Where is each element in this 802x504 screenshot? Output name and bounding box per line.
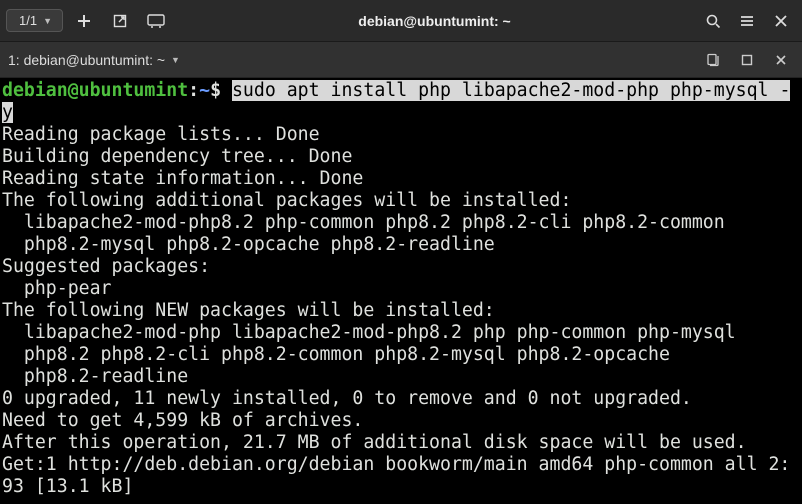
tab-bar: 1: debian@ubuntumint: ~ ▼ [0,42,802,78]
tab-active[interactable]: 1: debian@ubuntumint: ~ ▼ [8,52,180,68]
tab-readonly-button[interactable] [700,47,726,73]
tab-maximize-button[interactable] [734,47,760,73]
output-line: 93 [13.1 kB] [2,476,133,497]
output-line: php8.2 php8.2-cli php8.2-common php8.2-m… [2,344,670,365]
output-line: libapache2-mod-php8.2 php-common php8.2 … [2,212,725,233]
output-line: libapache2-mod-php libapache2-mod-php8.2… [2,322,736,343]
close-icon [775,54,787,66]
tab-label-text: 1: debian@ubuntumint: ~ [8,52,165,68]
terminal-output[interactable]: debian@ubuntumint:~$ sudo apt install ph… [0,78,802,504]
output-line: Get:1 http://deb.debian.org/debian bookw… [2,454,790,475]
maximize-icon [741,54,753,66]
new-window-icon [112,13,128,29]
search-icon [705,13,721,29]
close-icon [774,14,788,28]
readonly-icon [706,52,721,67]
window-titlebar: 1/1 ▼ debian@ubuntumint: ~ [0,0,802,42]
new-window-button[interactable] [105,6,135,36]
plus-icon [76,13,92,29]
output-line: Suggested packages: [2,256,210,277]
hamburger-icon [739,13,755,29]
prompt-path: ~ [199,80,210,101]
output-line: php8.2-mysql php8.2-opcache php8.2-readl… [2,234,495,255]
command-highlighted-cont: y [2,102,13,123]
output-line: After this operation, 21.7 MB of additio… [2,432,747,453]
broadcast-icon [147,14,165,28]
output-line: php8.2-readline [2,366,188,387]
tab-close-button[interactable] [768,47,794,73]
chevron-down-icon: ▼ [43,16,52,26]
output-line: Reading state information... Done [2,168,363,189]
output-line: Reading package lists... Done [2,124,320,145]
output-line: Building dependency tree... Done [2,146,352,167]
output-line: The following additional packages will b… [2,190,571,211]
search-button[interactable] [698,6,728,36]
prompt-dollar: $ [210,80,232,101]
window-close-button[interactable] [766,6,796,36]
output-line: Need to get 4,599 kB of archives. [2,410,363,431]
chevron-down-icon: ▼ [171,55,180,65]
output-line: 0 upgraded, 11 newly installed, 0 to rem… [2,388,692,409]
command-highlighted: sudo apt install php libapache2-mod-php … [232,80,790,101]
window-title: debian@ubuntumint: ~ [177,13,692,29]
output-line: The following NEW packages will be insta… [2,300,495,321]
menu-button[interactable] [732,6,762,36]
broadcast-button[interactable] [141,6,171,36]
output-line: php-pear [2,278,112,299]
prompt-colon: : [188,80,199,101]
tab-counter-label: 1/1 [19,13,37,28]
new-tab-button[interactable] [69,6,99,36]
tab-counter[interactable]: 1/1 ▼ [6,9,63,32]
prompt-user: debian@ubuntumint [2,80,188,101]
